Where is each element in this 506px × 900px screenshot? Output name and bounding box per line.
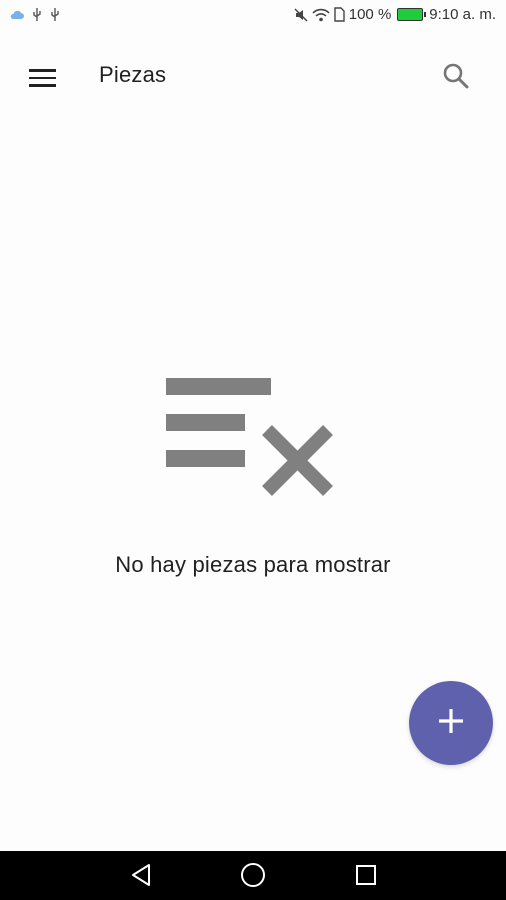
search-icon [442, 62, 470, 95]
sim-icon [334, 7, 345, 22]
mute-icon [294, 7, 308, 22]
wifi-icon [312, 8, 330, 22]
cloud-icon [10, 10, 24, 20]
search-button[interactable] [434, 56, 478, 100]
usb-icon [32, 8, 42, 22]
add-button[interactable] [409, 681, 493, 765]
back-button[interactable] [121, 857, 161, 897]
battery-percent: 100 % [348, 6, 392, 23]
clear-list-icon [164, 376, 336, 498]
usb-icon [50, 8, 60, 22]
recents-button[interactable] [346, 857, 386, 897]
empty-state-message: No hay piezas para mostrar [115, 552, 391, 577]
page-title: Piezas [99, 62, 167, 87]
menu-icon [28, 69, 56, 87]
status-right-icons: 100 % 9:10 a. m. [294, 6, 496, 23]
clock: 9:10 a. m. [429, 6, 496, 23]
navigation-bar [0, 851, 506, 900]
recents-icon [355, 864, 377, 891]
home-button[interactable] [233, 857, 273, 897]
battery-icon [397, 8, 427, 21]
status-bar: 100 % 9:10 a. m. [0, 0, 506, 36]
home-icon [240, 862, 266, 893]
menu-button[interactable] [20, 56, 64, 100]
app-bar: Piezas [0, 36, 506, 118]
add-icon [438, 708, 464, 739]
status-left-icons [10, 8, 60, 22]
back-icon [130, 863, 152, 892]
